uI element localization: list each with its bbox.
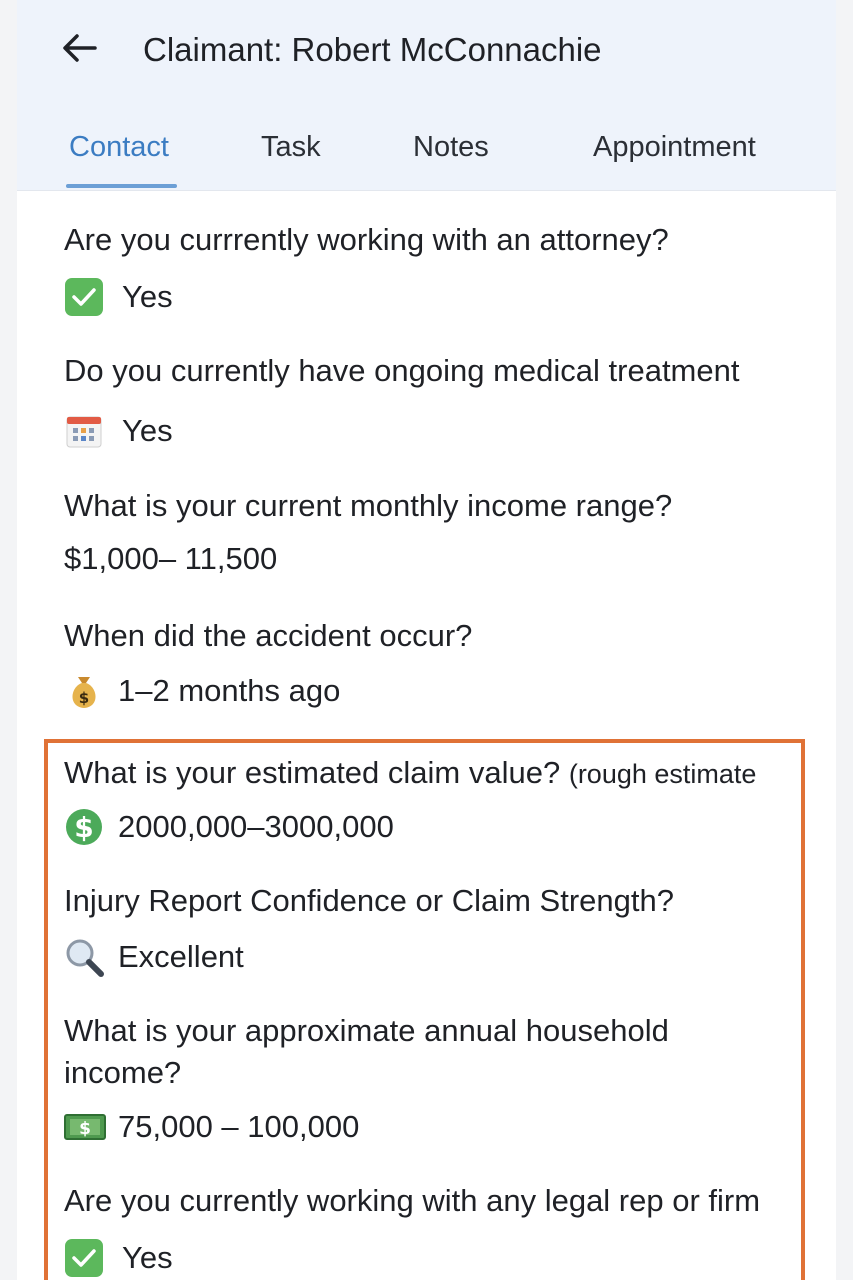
question-attorney: Are you currrently working with an attor… [64,222,669,257]
check-icon [64,277,104,317]
answer-text: 75,000 – 100,000 [118,1109,360,1144]
dollar-circle-icon: $ [64,807,104,847]
tab-contact[interactable]: Contact [69,127,169,167]
answer-text: Yes [122,1240,173,1275]
question-accident-date: When did the accident occur? [64,618,473,653]
tab-task[interactable]: Task [261,127,321,167]
answer-household-income: $ 75,000 – 100,000 [64,1106,359,1148]
dollar-bill-icon: $ [64,1107,106,1147]
svg-text:$: $ [79,689,89,707]
answer-monthly-income: $1,000– 11,500 [64,541,278,576]
question-text: What is your estimated claim value? [64,755,561,790]
calendar-icon [64,411,104,451]
tab-notes[interactable]: Notes [413,127,489,167]
answer-text: Yes [122,413,173,448]
back-button[interactable] [57,28,101,72]
app-header: Claimant: Robert McConnachie Contact Tas… [17,0,836,191]
magnifier-icon [64,937,104,977]
svg-text:$: $ [74,811,93,844]
active-tab-indicator [66,184,177,188]
question-claim-value: What is your estimated claim value? (rou… [64,752,756,795]
answer-text: Yes [122,279,173,314]
answer-legal-rep: Yes [64,1237,173,1279]
answer-attorney: Yes [64,276,173,318]
answer-claim-strength: Excellent [64,936,244,978]
money-bag-icon: $ [64,671,104,711]
question-household-income-cont: income? [64,1055,182,1090]
question-legal-rep: Are you currently working with any legal… [64,1183,761,1218]
answer-text: Excellent [118,939,244,974]
answer-medical-treatment: Yes [64,410,173,452]
answer-text: 2000,000–3000,000 [118,809,394,844]
question-claim-strength: Injury Report Confidence or Claim Streng… [64,883,674,918]
answer-claim-value: $ 2000,000–3000,000 [64,806,394,848]
answer-accident-date: $ 1–2 months ago [64,670,340,712]
page-title: Claimant: Robert McConnachie [143,31,602,68]
claimant-screen: Claimant: Robert McConnachie Contact Tas… [17,0,836,1280]
arrow-left-icon [61,33,97,68]
answer-text: 1–2 months ago [118,673,341,708]
question-medical-treatment: Do you currently have ongoing medical tr… [64,353,740,388]
check-icon [64,1238,104,1278]
question-note: (rough estimate [568,759,757,789]
svg-text:$: $ [79,1119,91,1139]
question-monthly-income: What is your current monthly income rang… [64,488,673,523]
question-household-income: What is your approximate annual househol… [64,1013,669,1048]
tab-appointment[interactable]: Appointment [593,127,756,167]
